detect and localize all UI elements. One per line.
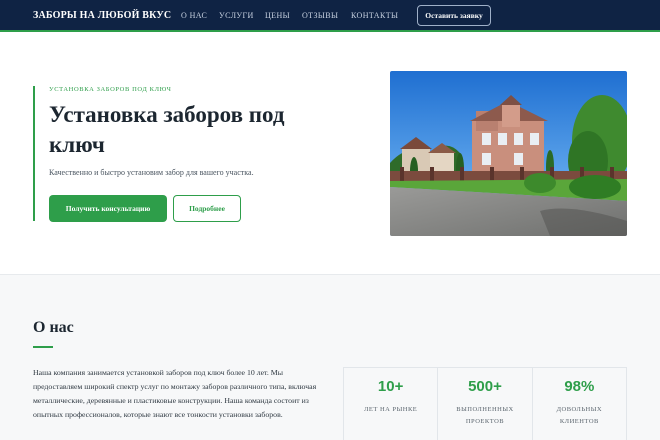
about-title-underline <box>33 346 53 348</box>
nav-link-reviews[interactable]: ОТЗЫВЫ <box>302 11 338 20</box>
hero-section: УСТАНОВКА ЗАБОРОВ ПОД КЛЮЧ Установка заб… <box>0 34 660 274</box>
stat-clients: 98% ДОВОЛЬНЫХ КЛИЕНТОВ <box>533 368 626 440</box>
get-consultation-button[interactable]: Получить консультацию <box>49 195 167 222</box>
hero-title: Установка заборов под ключ <box>49 102 285 157</box>
hero-kicker: УСТАНОВКА ЗАБОРОВ ПОД КЛЮЧ <box>49 86 172 93</box>
leave-request-button[interactable]: Оставить заявку <box>417 5 491 26</box>
about-section: О нас Наша компания занимается установко… <box>0 274 660 440</box>
site-header: ЗАБОРЫ НА ЛЮБОЙ ВКУС О НАС УСЛУГИ ЦЕНЫ О… <box>0 0 660 32</box>
nav-link-services[interactable]: УСЛУГИ <box>219 11 254 20</box>
hero-subtitle: Качественно и быстро установим забор для… <box>49 168 254 177</box>
stat-label: ВЫПОЛНЕННЫХ ПРОЕКТОВ <box>456 406 514 425</box>
stat-value: 98% <box>564 378 595 395</box>
stat-value: 500+ <box>468 378 502 395</box>
about-description: Наша компания занимается установкой забо… <box>33 368 317 419</box>
hero-accent-bar <box>33 86 35 221</box>
stats-panel: 10+ ЛЕТ НА РЫНКЕ 500+ ВЫПОЛНЕННЫХ ПРОЕКТ… <box>343 367 627 440</box>
stat-label: ДОВОЛЬНЫХ КЛИЕНТОВ <box>556 406 603 425</box>
stat-years: 10+ ЛЕТ НА РЫНКЕ <box>344 368 439 440</box>
stat-value: 10+ <box>377 378 404 395</box>
hero-house-photo <box>390 71 627 236</box>
more-details-button[interactable]: Подробнее <box>173 195 241 222</box>
stat-label: ЛЕТ НА РЫНКЕ <box>364 406 418 413</box>
about-title: О нас <box>33 319 74 336</box>
stat-projects: 500+ ВЫПОЛНЕННЫХ ПРОЕКТОВ <box>438 368 533 440</box>
site-logo[interactable]: ЗАБОРЫ НА ЛЮБОЙ ВКУС <box>33 10 171 21</box>
nav-link-prices[interactable]: ЦЕНЫ <box>265 11 290 20</box>
nav-link-contacts[interactable]: КОНТАКТЫ <box>351 11 398 20</box>
nav-link-about[interactable]: О НАС <box>181 11 207 20</box>
